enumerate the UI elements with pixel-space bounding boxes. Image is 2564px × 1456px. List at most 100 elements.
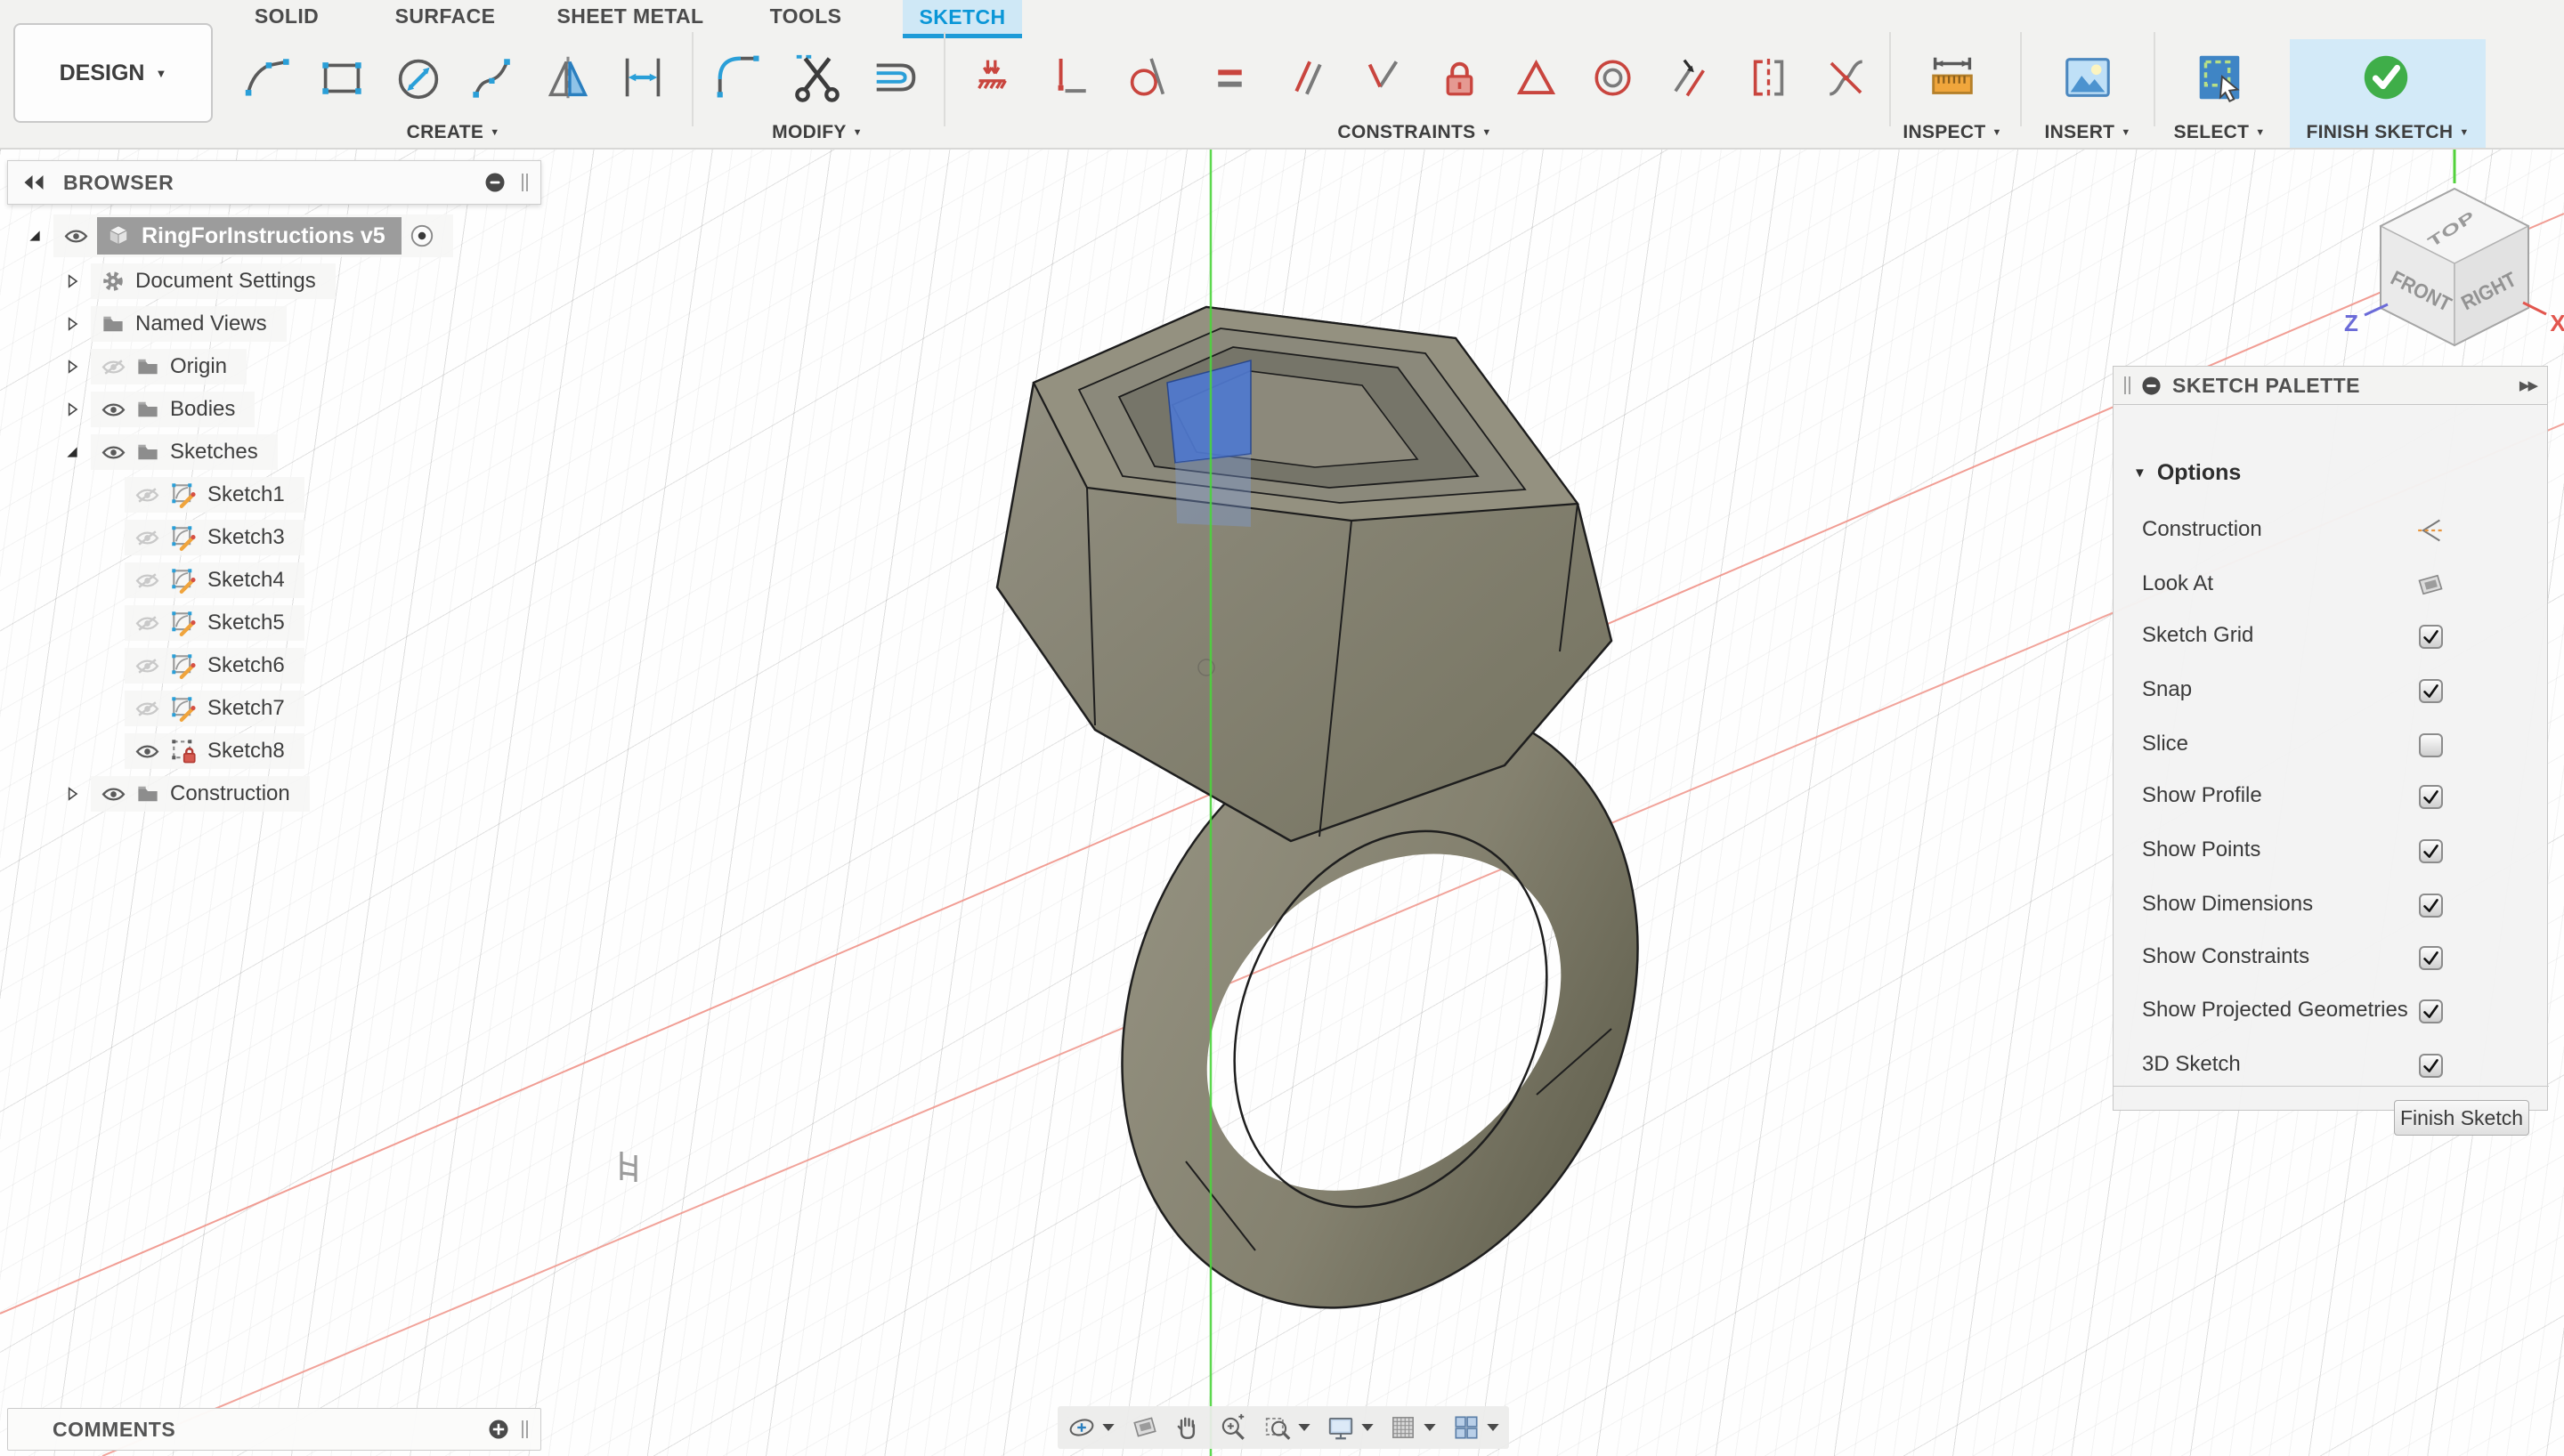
construction-toggle-icon[interactable] (2413, 514, 2448, 547)
chevron-down-icon[interactable] (1101, 1410, 1116, 1445)
browser-row-sketch6[interactable]: Sketch6 (125, 648, 304, 684)
panel-drag-handle[interactable] (522, 174, 528, 191)
eye-off-icon[interactable] (101, 359, 126, 376)
chevron-down-icon[interactable] (1297, 1410, 1311, 1445)
finish-sketch-palette-button[interactable]: Finish Sketch (2394, 1100, 2529, 1136)
midpoint-constraint-button[interactable] (1510, 41, 1562, 114)
trim-tool-button[interactable] (789, 41, 846, 114)
viewports-icon[interactable] (1451, 1410, 1481, 1445)
browser-row-sketch5[interactable]: Sketch5 (125, 605, 304, 641)
grid-settings-icon[interactable] (1388, 1410, 1418, 1445)
constraints-group-label[interactable]: CONSTRAINTS▼ (1272, 119, 1557, 146)
collapsed-triangle-icon[interactable] (64, 786, 80, 802)
select-group-label[interactable]: SELECT▼ (2153, 119, 2286, 146)
expand-triangle-icon[interactable] (64, 444, 80, 460)
collapsed-triangle-icon[interactable] (64, 316, 80, 332)
chevron-down-icon[interactable] (1486, 1410, 1500, 1445)
look-at-button-icon[interactable] (2413, 568, 2448, 602)
panel-drag-handle[interactable] (522, 1420, 528, 1438)
activate-component-radio[interactable] (410, 224, 434, 247)
browser-row-sketch3[interactable]: Sketch3 (125, 520, 304, 555)
sketch-palette-header[interactable]: SKETCH PALETTE ▶▶ (2113, 366, 2548, 405)
equal-constraint-button[interactable] (1204, 41, 1255, 114)
eye-icon[interactable] (101, 444, 126, 461)
browser-row-sketch4[interactable]: Sketch4 (125, 562, 304, 598)
show-projected-geometries-checkbox[interactable] (2419, 999, 2443, 1023)
look-at-icon[interactable] (1130, 1410, 1160, 1445)
eye-off-icon[interactable] (135, 572, 159, 589)
mirror-tool-button[interactable] (540, 41, 596, 114)
select-tool-button[interactable] (2191, 41, 2248, 114)
browser-row-construction[interactable]: Construction (64, 776, 310, 812)
fillet-tool-button[interactable] (710, 41, 767, 114)
show-dimensions-checkbox[interactable] (2419, 894, 2443, 918)
coincident-constraint-button[interactable] (966, 41, 1018, 114)
show-constraints-checkbox[interactable] (2419, 946, 2443, 970)
symmetry-constraint-button[interactable] (1742, 41, 1794, 114)
palette-menu-icon[interactable] (2141, 376, 2162, 396)
view-cube[interactable]: Y TOP FRONT RIGHT Z X (2315, 125, 2564, 356)
curvature-constraint-button[interactable] (1820, 41, 1871, 114)
tab-surface[interactable]: SURFACE (389, 0, 501, 32)
chevron-down-icon[interactable] (1423, 1410, 1437, 1445)
tab-tools[interactable]: TOOLS (755, 0, 856, 32)
circle-tool-button[interactable] (390, 41, 447, 114)
panel-drag-handle[interactable] (2124, 376, 2130, 394)
3d-sketch-checkbox[interactable] (2419, 1054, 2443, 1078)
sketch-grid-checkbox[interactable] (2419, 625, 2443, 649)
browser-row-root[interactable]: RingForInstructions v5 (27, 218, 453, 254)
comments-bar[interactable]: COMMENTS (7, 1408, 541, 1451)
browser-header[interactable]: BROWSER (7, 160, 541, 205)
browser-row-sketch8-active[interactable]: Sketch8 (125, 733, 304, 769)
measure-tool-button[interactable] (1924, 41, 1981, 114)
finish-sketch-group-label[interactable]: FINISH SKETCH▼ (2281, 119, 2495, 146)
pan-icon[interactable] (1173, 1410, 1204, 1445)
perpendicular-constraint-button[interactable] (1357, 41, 1408, 114)
browser-row-sketch7[interactable]: Sketch7 (125, 691, 304, 726)
tangent-constraint-button[interactable] (1124, 41, 1175, 114)
collapse-panel-icon[interactable] (20, 174, 47, 191)
line-tool-button[interactable] (239, 41, 296, 114)
tab-solid[interactable]: SOLID (246, 0, 328, 32)
browser-row-document-settings[interactable]: Document Settings (64, 263, 336, 299)
insert-group-label[interactable]: INSERT▼ (2021, 119, 2154, 146)
root-component-selected[interactable]: RingForInstructions v5 (97, 217, 402, 255)
options-section-header[interactable]: ▼Options (2133, 460, 2241, 486)
display-settings-icon[interactable] (1326, 1410, 1356, 1445)
design-menu-button[interactable]: DESIGN▼ (13, 23, 213, 123)
finish-sketch-button[interactable] (2357, 41, 2414, 114)
offset-tool-button[interactable] (867, 41, 924, 114)
create-group-label[interactable]: CREATE▼ (364, 119, 542, 146)
collapse-right-icon[interactable]: ▶▶ (2519, 377, 2536, 393)
rectangle-tool-button[interactable] (313, 41, 370, 114)
snap-checkbox[interactable] (2419, 679, 2443, 703)
orbit-icon[interactable] (1067, 1410, 1097, 1445)
dimension-tool-button[interactable] (614, 41, 671, 114)
browser-row-sketch1[interactable]: Sketch1 (125, 477, 304, 513)
eye-icon[interactable] (135, 743, 159, 760)
browser-row-origin[interactable]: Origin (64, 349, 247, 384)
eye-off-icon[interactable] (135, 658, 159, 675)
spline-tool-button[interactable] (465, 41, 522, 114)
eye-icon[interactable] (64, 228, 88, 245)
parallel-constraint-button[interactable] (1282, 41, 1334, 114)
concentric-constraint-button[interactable] (1586, 41, 1638, 114)
eye-off-icon[interactable] (135, 487, 159, 504)
show-profile-checkbox[interactable] (2419, 785, 2443, 809)
show-points-checkbox[interactable] (2419, 839, 2443, 863)
eye-off-icon[interactable] (135, 530, 159, 546)
window-zoom-icon[interactable] (1262, 1410, 1293, 1445)
browser-row-sketches[interactable]: Sketches (64, 434, 278, 470)
horizontal-vertical-constraint-button[interactable] (1043, 41, 1095, 114)
tab-sketch[interactable]: SKETCH (903, 0, 1022, 34)
slice-checkbox[interactable] (2419, 733, 2443, 757)
expand-triangle-icon[interactable] (27, 228, 43, 244)
browser-row-bodies[interactable]: Bodies (64, 392, 255, 427)
collapsed-triangle-icon[interactable] (64, 359, 80, 375)
eye-icon[interactable] (101, 786, 126, 803)
modify-group-label[interactable]: MODIFY▼ (728, 119, 906, 146)
inspect-group-label[interactable]: INSPECT▼ (1881, 119, 2024, 146)
add-comment-icon[interactable] (488, 1419, 509, 1440)
eye-icon[interactable] (101, 401, 126, 418)
collapsed-triangle-icon[interactable] (64, 273, 80, 289)
